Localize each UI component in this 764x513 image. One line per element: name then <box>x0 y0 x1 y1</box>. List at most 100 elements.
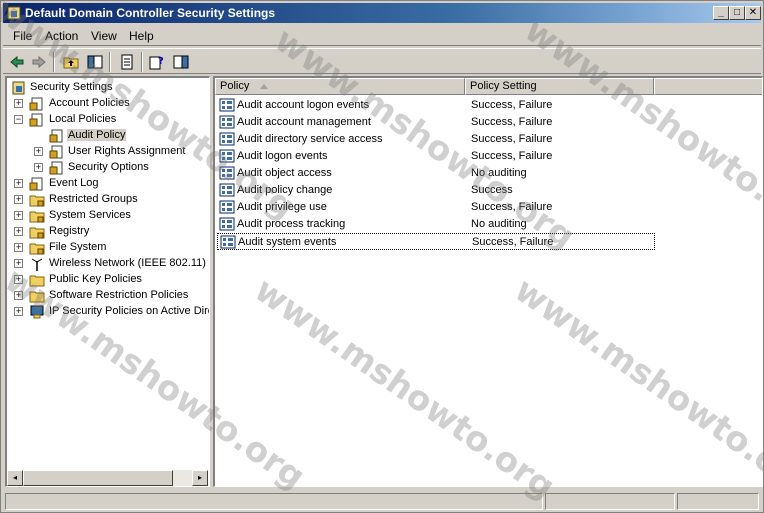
policy-name: Audit logon events <box>237 150 328 162</box>
security-settings-icon <box>12 81 25 95</box>
table-row[interactable]: Audit directory service access Success, F… <box>217 131 655 148</box>
policy-folder-icon <box>29 97 43 111</box>
tree-label: Software Restriction Policies <box>49 289 189 301</box>
policy-name: Audit system events <box>238 236 337 248</box>
help-icon[interactable]: ? <box>147 52 167 72</box>
policy-setting: Success, Failure <box>471 150 553 162</box>
expand-button[interactable]: + <box>14 291 23 300</box>
locked-folder-icon <box>29 227 45 239</box>
policy-setting: Success, Failure <box>472 236 554 248</box>
policy-folder-icon <box>29 177 43 191</box>
tree-label: System Services <box>49 209 131 221</box>
scroll-thumb[interactable] <box>23 470 173 486</box>
tree-label: Account Policies <box>49 97 130 109</box>
audit-policy-icon <box>219 132 235 146</box>
expand-button[interactable]: + <box>14 211 23 220</box>
audit-policy-icon <box>219 98 235 112</box>
table-row[interactable]: Audit system events Success, Failure <box>217 233 655 250</box>
status-pane-tertiary <box>677 493 759 510</box>
maximize-button[interactable]: □ <box>729 6 745 20</box>
policy-folder-icon <box>29 113 43 127</box>
policy-name: Audit object access <box>237 167 332 179</box>
table-row[interactable]: Audit process tracking No auditing <box>217 216 655 233</box>
policy-setting: Success, Failure <box>471 116 553 128</box>
show-hide-action-pane-icon[interactable] <box>171 52 191 72</box>
table-row[interactable]: Audit account logon events Success, Failu… <box>217 97 655 114</box>
export-list-icon[interactable] <box>117 52 137 72</box>
toolbar: ? <box>3 48 761 74</box>
security-settings-app-icon <box>7 6 21 20</box>
audit-policy-icon <box>219 115 235 129</box>
ip-security-icon <box>30 305 44 319</box>
scroll-right-arrow[interactable]: ▸ <box>192 470 208 486</box>
policy-name: Audit account management <box>237 116 371 128</box>
menu-bar: File Action View Help <box>3 26 761 46</box>
title-bar[interactable]: Default Domain Controller Security Setti… <box>3 3 761 23</box>
forward-arrow-icon[interactable] <box>29 52 49 72</box>
table-row[interactable]: Audit privilege use Success, Failure <box>217 199 655 216</box>
column-header-label: Policy Setting <box>470 80 537 92</box>
up-one-level-icon[interactable] <box>61 52 81 72</box>
menu-action[interactable]: Action <box>45 29 78 43</box>
policy-setting: Success <box>471 184 513 196</box>
menu-view[interactable]: View <box>91 29 117 43</box>
expand-button[interactable]: + <box>34 163 43 172</box>
status-pane-main <box>5 493 543 510</box>
policy-folder-icon <box>49 161 63 175</box>
table-row[interactable]: Audit account management Success, Failure <box>217 114 655 131</box>
back-arrow-icon[interactable] <box>7 52 27 72</box>
audit-policy-icon <box>219 149 235 163</box>
expand-button[interactable]: + <box>34 147 43 156</box>
table-row[interactable]: Audit logon events Success, Failure <box>217 148 655 165</box>
minimize-button[interactable]: _ <box>713 6 729 20</box>
expand-button[interactable]: + <box>14 275 23 284</box>
locked-folder-icon <box>29 211 45 223</box>
expand-button[interactable]: + <box>14 195 23 204</box>
column-header-filler <box>654 78 762 95</box>
tree-label: File System <box>49 241 107 253</box>
folder-icon <box>29 275 45 287</box>
tree-label: Restricted Groups <box>49 193 138 205</box>
expand-button[interactable]: + <box>14 259 23 268</box>
show-hide-tree-icon[interactable] <box>85 52 105 72</box>
status-pane-secondary <box>545 493 675 510</box>
window-title: Default Domain Controller Security Setti… <box>25 6 276 20</box>
table-row[interactable]: Audit object access No auditing <box>217 165 655 182</box>
tree-label: Security Settings <box>30 81 113 93</box>
expand-button[interactable]: + <box>14 243 23 252</box>
wireless-antenna-icon <box>31 258 43 271</box>
expand-button[interactable]: + <box>14 307 23 316</box>
column-header-policy[interactable]: Policy <box>215 78 465 95</box>
locked-folder-icon <box>29 195 45 207</box>
column-header-policy-setting[interactable]: Policy Setting <box>465 78 654 95</box>
tree-label: Local Policies <box>49 113 117 125</box>
sort-ascending-icon <box>260 84 268 89</box>
toolbar-separator <box>141 52 143 72</box>
folder-icon <box>29 291 45 303</box>
tree-label: Public Key Policies <box>49 273 142 285</box>
toolbar-separator <box>53 52 55 72</box>
expand-button[interactable]: + <box>14 179 23 188</box>
audit-policy-icon <box>219 217 235 231</box>
details-list-pane[interactable]: Policy Policy Setting Audit account logo… <box>213 76 763 487</box>
policy-setting: No auditing <box>471 167 527 179</box>
expand-button[interactable]: + <box>14 99 23 108</box>
policy-name: Audit process tracking <box>237 218 346 230</box>
locked-folder-icon <box>29 243 45 255</box>
tree-horizontal-scrollbar[interactable]: ◂ ▸ <box>7 470 208 486</box>
status-bar <box>3 491 761 511</box>
expand-button[interactable]: + <box>14 227 23 236</box>
policy-name: Audit directory service access <box>237 133 383 145</box>
svg-text:?: ? <box>158 56 164 67</box>
menu-help[interactable]: Help <box>129 29 154 43</box>
collapse-button[interactable]: − <box>14 115 23 124</box>
tree-label: User Rights Assignment <box>68 145 186 157</box>
tree-label: Wireless Network (IEEE 802.11) P <box>49 257 210 269</box>
menu-file[interactable]: File <box>13 29 32 43</box>
scroll-left-arrow[interactable]: ◂ <box>7 470 23 486</box>
close-button[interactable]: ✕ <box>745 6 761 20</box>
table-row[interactable]: Audit policy change Success <box>217 182 655 199</box>
console-tree-pane[interactable]: Security Settings + Account Policies − L… <box>5 76 210 487</box>
tree-label: Event Log <box>49 177 99 189</box>
tree-label: Audit Policy <box>67 129 127 141</box>
